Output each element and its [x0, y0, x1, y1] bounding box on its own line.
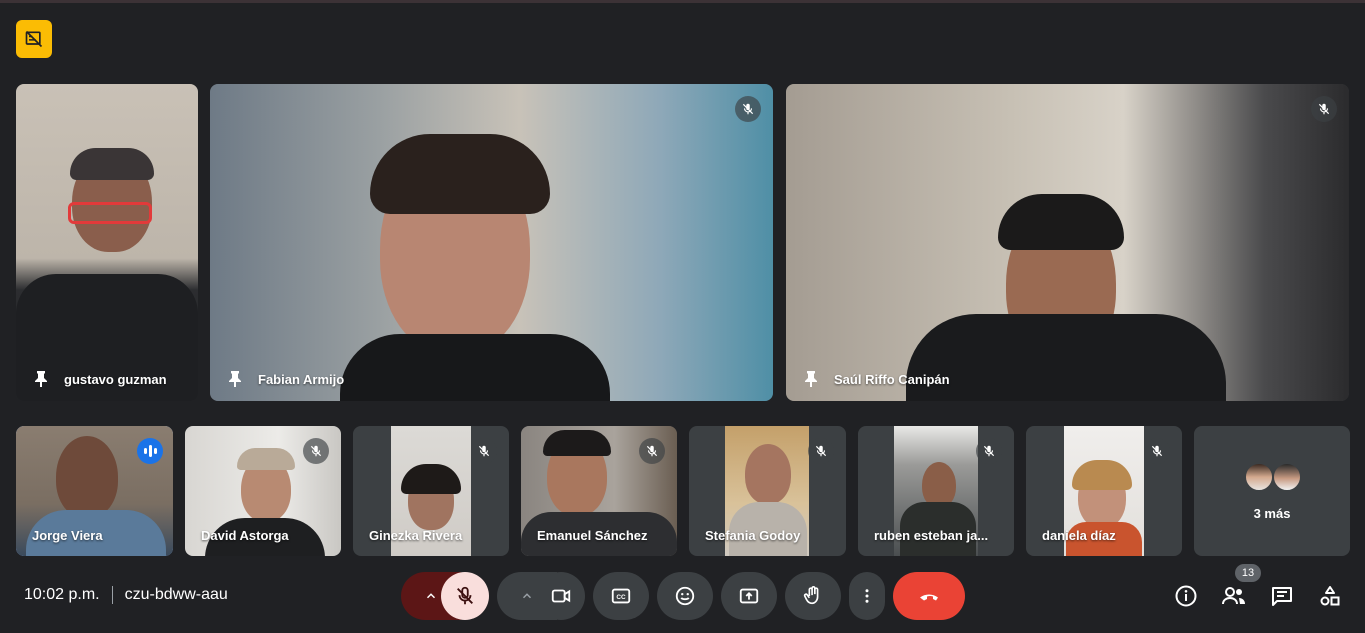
people-icon: [1222, 587, 1245, 605]
camera-toggle-button[interactable]: [537, 572, 585, 620]
speaking-indicator-icon: [137, 438, 163, 464]
mic-off-icon: [735, 96, 761, 122]
pin-icon[interactable]: [800, 368, 822, 390]
avatar: [1244, 462, 1274, 492]
chat-button[interactable]: [1266, 580, 1298, 612]
mic-off-icon: [303, 438, 329, 464]
captions-button[interactable]: CC: [593, 572, 649, 620]
participant-name: gustavo guzman: [64, 372, 167, 387]
video-figure-hair: [543, 430, 611, 456]
present-screen-icon: [739, 588, 759, 604]
call-end-icon: [920, 594, 938, 601]
participant-name: Stefania Godoy: [705, 528, 801, 543]
meeting-info-button[interactable]: [1170, 580, 1202, 612]
video-figure-body: [906, 314, 1226, 401]
reactions-button[interactable]: [657, 572, 713, 620]
more-vert-icon: [865, 589, 869, 603]
participant-name: Emanuel Sánchez: [537, 528, 648, 543]
video-figure-hair: [998, 194, 1124, 250]
top-border: [0, 0, 1365, 3]
participant-tile-stefania[interactable]: Stefania Godoy: [689, 426, 846, 556]
participant-tile-ginezka[interactable]: Ginezka Rivera: [353, 426, 509, 556]
participant-tile-gustavo[interactable]: gustavo guzman: [16, 84, 198, 401]
meeting-details: 10:02 p.m. czu-bdww-aau: [24, 586, 228, 604]
chat-icon: [1272, 587, 1292, 606]
more-participants-tile[interactable]: 3 más: [1194, 426, 1350, 556]
video-figure-hair: [70, 148, 154, 180]
participant-tile-daniela[interactable]: daniela díaz: [1026, 426, 1182, 556]
participant-name: daniela díaz: [1042, 528, 1116, 543]
pin-icon[interactable]: [30, 368, 52, 390]
video-figure-hair: [370, 134, 550, 214]
participant-name: Fabian Armijo: [258, 372, 345, 387]
activities-icon: [1320, 586, 1340, 606]
meeting-time: 10:02 p.m.: [24, 586, 100, 603]
present-screen-button[interactable]: [721, 572, 777, 620]
video-figure-glasses: [68, 202, 152, 224]
avatar: [1272, 462, 1302, 492]
leave-call-button[interactable]: [893, 572, 965, 620]
participant-tile-ruben[interactable]: ruben esteban ja...: [858, 426, 1014, 556]
raise-hand-button[interactable]: [785, 572, 841, 620]
participant-tile-saul[interactable]: Saúl Riffo Canipán: [786, 84, 1349, 401]
host-controls-badge[interactable]: [16, 20, 52, 58]
participant-name: Ginezka Rivera: [369, 528, 463, 543]
more-participants-avatars: [1244, 462, 1302, 492]
participant-tile-fabian[interactable]: Fabian Armijo: [210, 84, 773, 401]
pin-icon[interactable]: [224, 368, 246, 390]
people-button[interactable]: [1218, 580, 1250, 612]
mic-off-icon: [639, 438, 665, 464]
participant-name: Saúl Riffo Canipán: [834, 372, 950, 387]
emoji-icon: [675, 586, 695, 606]
video-figure: [745, 444, 791, 504]
more-participants-label: 3 más: [1253, 506, 1291, 521]
mic-off-icon: [1311, 96, 1337, 122]
mic-off-icon: [808, 438, 834, 464]
videocam-icon: [551, 589, 571, 603]
participant-name: David Astorga: [201, 528, 289, 543]
mic-off-icon: [976, 438, 1002, 464]
hand-icon: [803, 586, 819, 605]
participant-tile-jorge[interactable]: Jorge Viera: [16, 426, 173, 556]
divider: [111, 586, 113, 604]
activities-button[interactable]: [1314, 580, 1346, 612]
chevron-up-icon: [522, 593, 532, 599]
no-video-icon: [25, 30, 43, 48]
participant-tile-david[interactable]: David Astorga: [185, 426, 341, 556]
video-figure: [56, 436, 118, 518]
participant-name: ruben esteban ja...: [874, 528, 989, 543]
closed-caption-icon: CC: [611, 588, 631, 604]
participant-name: Jorge Viera: [32, 528, 103, 543]
mic-off-icon: [457, 586, 473, 605]
meeting-code: czu-bdww-aau: [124, 586, 228, 603]
svg-text:CC: CC: [616, 594, 626, 601]
chevron-up-icon: [426, 593, 436, 599]
mic-off-icon: [1144, 438, 1170, 464]
video-figure-hat: [237, 448, 295, 470]
microphone-toggle-button[interactable]: [441, 572, 489, 620]
video-figure-body: [340, 334, 610, 401]
more-options-button[interactable]: [849, 572, 885, 620]
info-icon: [1175, 585, 1197, 607]
participant-tile-emanuel[interactable]: Emanuel Sánchez: [521, 426, 677, 556]
mic-off-icon: [471, 438, 497, 464]
